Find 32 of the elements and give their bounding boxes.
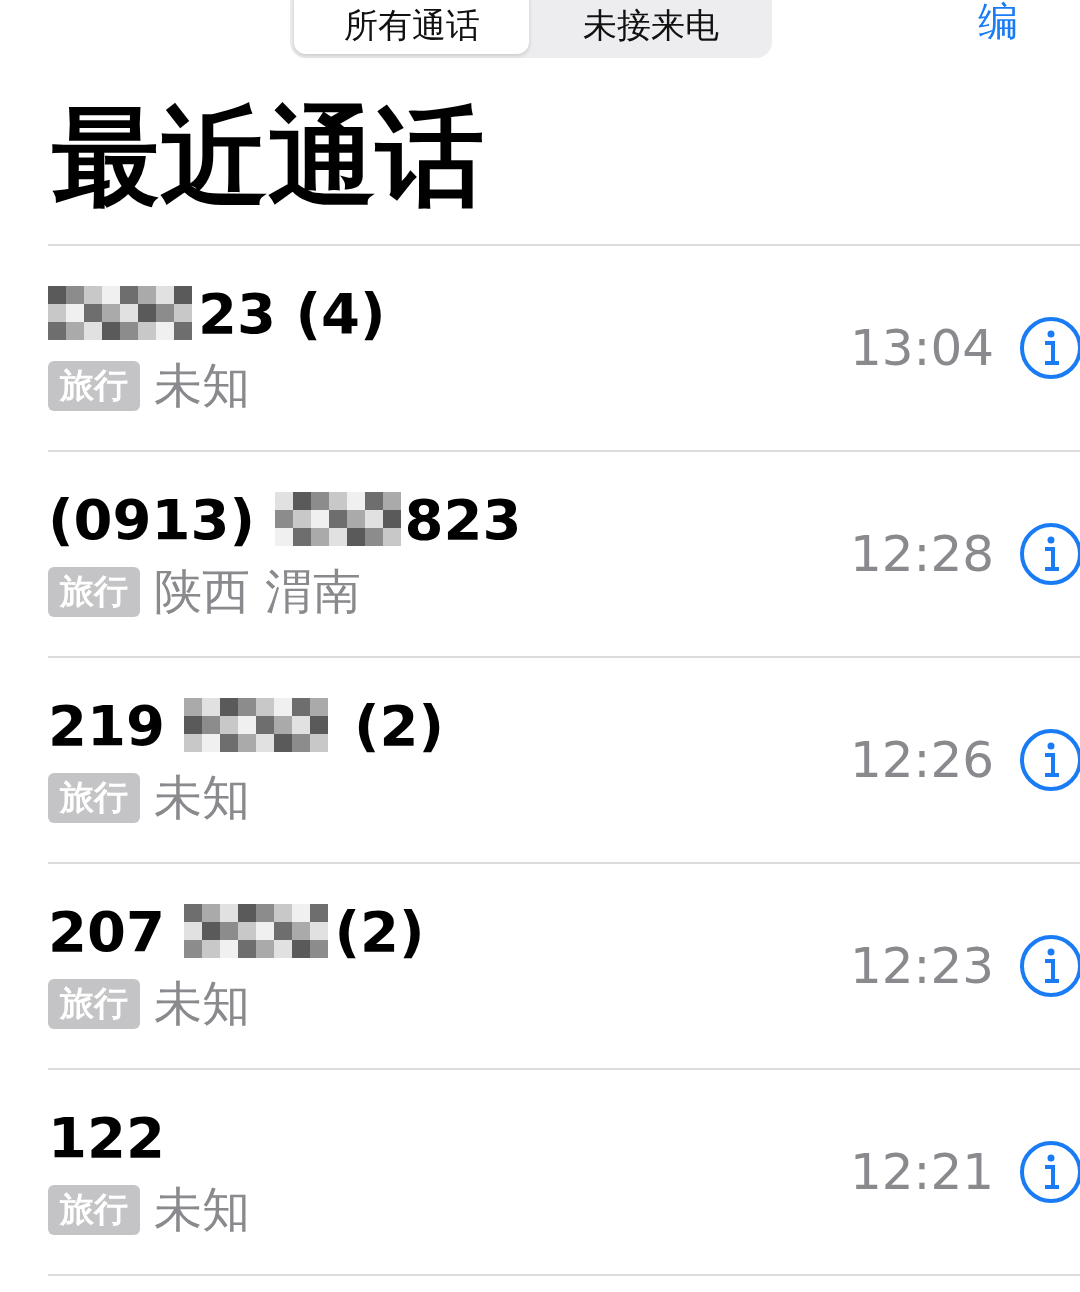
tag-label: 旅行 (48, 773, 140, 823)
tag-label: 旅行 (48, 567, 140, 617)
edit-button[interactable]: 编 (978, 0, 1018, 49)
info-icon[interactable] (1018, 316, 1080, 380)
phone-number: 23 (4) (198, 280, 386, 346)
phone-number: 207 (48, 898, 166, 964)
location-text: 陕西 渭南 (154, 562, 362, 621)
tag-label: 旅行 (48, 979, 140, 1029)
phone-number: 122 (48, 1104, 165, 1170)
call-time: 13:04 (849, 319, 994, 377)
call-time: 12:28 (849, 525, 994, 583)
phone-number: (2) (334, 898, 425, 964)
phone-number: 219 (48, 692, 166, 758)
phone-number: (2) (352, 692, 445, 758)
tag-label: 旅行 (48, 361, 140, 411)
location-text: 未知 (154, 356, 250, 415)
segment-tab[interactable]: 未接来电 (533, 0, 768, 54)
call-time: 12:26 (849, 731, 994, 789)
phone-number: (0913) (48, 486, 257, 552)
location-text: 未知 (154, 768, 250, 827)
location-text: 未知 (154, 1180, 250, 1239)
call-time: 12:21 (849, 1143, 994, 1201)
location-text: 未知 (154, 974, 250, 1033)
info-icon[interactable] (1018, 934, 1080, 998)
phone-number: 823 (404, 486, 522, 552)
call-time: 12:23 (849, 937, 994, 995)
info-icon[interactable] (1018, 728, 1080, 792)
info-icon[interactable] (1018, 522, 1080, 586)
info-icon[interactable] (1018, 1140, 1080, 1204)
page-title: 最近通话 (52, 93, 485, 221)
tag-label: 旅行 (48, 1185, 140, 1235)
segment-tab[interactable]: 所有通话 (294, 0, 529, 54)
